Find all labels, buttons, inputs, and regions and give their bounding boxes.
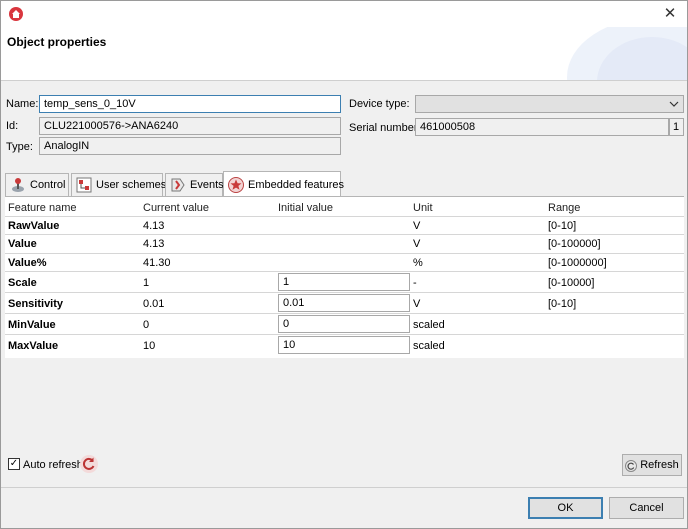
tab-control-label: Control bbox=[30, 179, 66, 191]
tab-control[interactable]: Control bbox=[5, 173, 69, 196]
table-row[interactable]: Sensitivity 0.01 0.01 V [0-10] bbox=[5, 293, 684, 314]
refresh-button-label: Refresh bbox=[640, 459, 679, 471]
name-field[interactable]: temp_sens_0_10V bbox=[39, 95, 341, 113]
range: [0-1000000] bbox=[548, 257, 607, 269]
column-header-range: Range bbox=[548, 202, 581, 214]
ok-button[interactable]: OK bbox=[528, 497, 603, 519]
feature-name: Value% bbox=[8, 257, 47, 269]
table-row[interactable]: RawValue 4.13 V [0-10] bbox=[5, 217, 684, 235]
refresh-spin-icon[interactable] bbox=[79, 454, 99, 474]
table-row[interactable]: Value% 41.30 % [0-1000000] bbox=[5, 254, 684, 272]
column-header-current-value: Current value bbox=[143, 202, 210, 214]
current-value: 0.01 bbox=[143, 298, 165, 310]
tab-user-schemes[interactable]: User schemes bbox=[71, 173, 167, 196]
tab-embedded-features[interactable]: Embedded features bbox=[223, 171, 345, 197]
cancel-button[interactable]: Cancel bbox=[609, 497, 684, 519]
tab-embedded-features-label: Embedded features bbox=[248, 178, 345, 191]
feature-name: MinValue bbox=[8, 319, 56, 331]
auto-refresh-label: Auto refresh bbox=[23, 459, 83, 471]
current-value: 4.13 bbox=[143, 238, 165, 250]
table-row[interactable]: Value 4.13 V [0-100000] bbox=[5, 235, 684, 254]
unit: V bbox=[413, 220, 421, 232]
current-value: 1 bbox=[143, 277, 150, 289]
unit: scaled bbox=[413, 340, 445, 352]
close-icon[interactable]: ✕ bbox=[659, 4, 681, 24]
range: [0-10] bbox=[548, 298, 577, 310]
tab-events[interactable]: Events bbox=[165, 173, 224, 196]
dialog-title: Object properties bbox=[7, 35, 107, 49]
table-row[interactable]: MaxValue 10 10 scaled bbox=[5, 335, 684, 356]
initial-value-input[interactable]: 0.01 bbox=[278, 294, 410, 312]
title-bar: ✕ bbox=[1, 1, 687, 27]
current-value: 0 bbox=[143, 319, 150, 331]
device-type-label: Device type: bbox=[349, 98, 410, 110]
dialog-header: Object properties bbox=[1, 27, 687, 81]
table-header: Feature name Current value Initial value… bbox=[5, 199, 684, 217]
embedded-features-panel: Feature name Current value Initial value… bbox=[5, 196, 684, 358]
unit: V bbox=[413, 238, 421, 250]
footer-separator bbox=[1, 487, 687, 488]
type-label: Type: bbox=[6, 141, 33, 153]
name-label: Name: bbox=[6, 98, 39, 110]
feature-name: MaxValue bbox=[8, 340, 59, 352]
id-field[interactable]: CLU221000576->ANA6240 bbox=[39, 117, 341, 135]
range: [0-100000] bbox=[548, 238, 601, 250]
device-type-select[interactable] bbox=[415, 95, 684, 113]
initial-value-input[interactable]: 0 bbox=[278, 315, 410, 333]
object-properties-window: ✕ Object properties Name: temp_sens_0_10… bbox=[0, 0, 688, 529]
initial-value-input[interactable]: 1 bbox=[278, 273, 410, 291]
table-row[interactable]: MinValue 0 0 scaled bbox=[5, 314, 684, 335]
star-icon bbox=[228, 176, 244, 193]
feature-name: Scale bbox=[8, 277, 37, 289]
refresh-icon bbox=[625, 459, 638, 473]
tab-user-schemes-label: User schemes bbox=[96, 179, 167, 191]
chevron-down-icon bbox=[669, 97, 679, 114]
column-header-initial-value: Initial value bbox=[278, 202, 334, 214]
serial-number-label: Serial number: bbox=[349, 122, 421, 134]
events-icon bbox=[170, 177, 186, 193]
tab-events-label: Events bbox=[190, 179, 224, 191]
auto-refresh-checkbox[interactable]: ✓ bbox=[8, 458, 20, 470]
unit: V bbox=[413, 298, 421, 310]
column-header-feature-name: Feature name bbox=[8, 202, 77, 214]
serial-count-field: 1 bbox=[669, 118, 684, 136]
current-value: 41.30 bbox=[143, 257, 171, 269]
unit: % bbox=[413, 257, 423, 269]
tab-bar: Control User schemes Events Embedded fea… bbox=[5, 171, 685, 197]
id-label: Id: bbox=[6, 120, 19, 132]
initial-value-input[interactable]: 10 bbox=[278, 336, 410, 354]
current-value: 10 bbox=[143, 340, 156, 352]
unit: - bbox=[413, 277, 417, 289]
table-row[interactable]: Scale 1 1 - [0-10000] bbox=[5, 272, 684, 293]
unit: scaled bbox=[413, 319, 445, 331]
type-field[interactable]: AnalogIN bbox=[39, 137, 341, 155]
scheme-icon bbox=[76, 177, 92, 193]
feature-name: Value bbox=[8, 238, 37, 250]
feature-name: RawValue bbox=[8, 220, 60, 232]
column-header-unit: Unit bbox=[413, 202, 433, 214]
current-value: 4.13 bbox=[143, 220, 165, 232]
home-app-icon bbox=[9, 7, 23, 21]
range: [0-10000] bbox=[548, 277, 595, 289]
feature-name: Sensitivity bbox=[8, 298, 64, 310]
range: [0-10] bbox=[548, 220, 577, 232]
serial-number-field[interactable]: 461000508 bbox=[415, 118, 669, 136]
refresh-button[interactable]: Refresh bbox=[622, 454, 682, 476]
joystick-icon bbox=[10, 177, 26, 193]
